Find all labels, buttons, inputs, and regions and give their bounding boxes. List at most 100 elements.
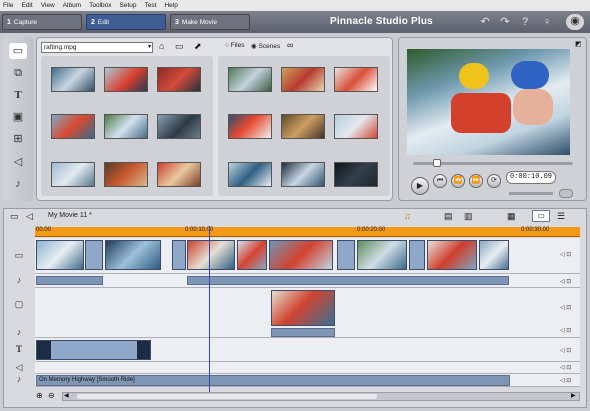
help-icon[interactable]: ? xyxy=(518,15,532,29)
scene-thumbnail[interactable] xyxy=(281,114,325,139)
menu-edit[interactable]: Edit xyxy=(21,2,32,9)
timeline-clip[interactable] xyxy=(357,240,407,270)
transitions-icon[interactable]: ⧉ xyxy=(9,65,27,81)
lock-icon[interactable]: ◁ ⊡ xyxy=(560,278,571,285)
scene-thumbnail[interactable] xyxy=(334,162,378,187)
glasses-icon[interactable]: ∞ xyxy=(287,40,293,50)
file-select[interactable]: rafting.mpg ▾ xyxy=(41,42,153,53)
timeline-view-icon[interactable]: ▭ xyxy=(532,210,550,222)
radio-scenes[interactable]: ◉ Scenes xyxy=(251,42,280,50)
sound-effects-icon[interactable]: ◁ xyxy=(9,154,27,170)
timeline-clip[interactable] xyxy=(427,240,477,270)
lock-icon[interactable]: ◁ ⊡ xyxy=(560,347,571,354)
radio-files[interactable]: ○ Files xyxy=(225,42,244,49)
scrollbar-thumb[interactable] xyxy=(77,394,377,399)
video-track[interactable] xyxy=(35,238,580,274)
transition-marker[interactable] xyxy=(337,240,355,270)
audio-icon[interactable]: ◁ xyxy=(26,211,33,222)
title-track[interactable] xyxy=(35,338,580,362)
timeline-clip[interactable] xyxy=(479,240,509,270)
step-forward-button[interactable]: ⏩ xyxy=(469,174,483,188)
folder-up-icon[interactable]: ⌂ xyxy=(159,41,164,51)
audio-levels-icon[interactable]: ♫ xyxy=(404,211,411,221)
scene-thumbnail[interactable] xyxy=(157,162,201,187)
transition-marker[interactable] xyxy=(172,240,186,270)
step-back-button[interactable]: ⏪ xyxy=(451,174,465,188)
scene-thumbnail[interactable] xyxy=(51,162,95,187)
scene-thumbnail[interactable] xyxy=(334,114,378,139)
timeline-clip[interactable] xyxy=(105,240,161,270)
menu-help[interactable]: Help xyxy=(164,2,177,9)
menu-test[interactable]: Test xyxy=(145,2,157,9)
scene-thumbnail[interactable] xyxy=(157,114,201,139)
folder-icon[interactable]: ▭ xyxy=(175,41,184,52)
overlay-audio-segment[interactable] xyxy=(271,328,335,337)
scene-thumbnail[interactable] xyxy=(334,67,378,92)
play-button[interactable]: ▶ xyxy=(411,177,429,195)
menu-setup[interactable]: Setup xyxy=(120,2,137,9)
scroll-right-icon[interactable]: ▶ xyxy=(571,392,576,399)
menu-file[interactable]: File xyxy=(3,2,13,9)
scene-thumbnail[interactable] xyxy=(228,67,272,92)
sound-effects-track[interactable] xyxy=(35,362,580,374)
scrubber-handle[interactable] xyxy=(433,159,441,167)
scene-thumbnail[interactable] xyxy=(51,67,95,92)
scene-thumbnail[interactable] xyxy=(51,114,95,139)
lock-icon[interactable]: ◁ ⊡ xyxy=(560,304,571,311)
go-to-start-button[interactable]: ⏮ xyxy=(433,174,447,188)
lock-icon[interactable]: ◁ ⊡ xyxy=(560,251,571,258)
tab-capture[interactable]: 1 Capture xyxy=(2,14,82,30)
lock-icon[interactable]: ◁ ⊡ xyxy=(560,377,571,384)
split-clip-icon[interactable]: ▤ xyxy=(444,211,453,222)
video-track-icon[interactable]: ▭ xyxy=(10,211,19,222)
menu-album[interactable]: Album xyxy=(63,2,81,9)
scroll-left-icon[interactable]: ◀ xyxy=(64,392,69,399)
original-audio-track[interactable] xyxy=(35,274,580,288)
dvd-toggle-icon[interactable] xyxy=(559,189,573,198)
title-clip[interactable] xyxy=(36,340,151,360)
titles-icon[interactable]: T xyxy=(9,87,27,103)
timeline-clip[interactable] xyxy=(36,240,84,270)
tab-edit[interactable]: 2 Edit xyxy=(86,14,166,30)
zoom-in-icon[interactable]: ⊕ xyxy=(36,391,43,400)
fullscreen-icon[interactable]: ◩ xyxy=(575,40,582,48)
disc-menus-icon[interactable]: ⊞ xyxy=(9,131,27,147)
menu-view[interactable]: View xyxy=(41,2,55,9)
menu-toolbox[interactable]: Toolbox xyxy=(89,2,111,9)
music-track[interactable]: On Memory Highway [Smooth Ride] xyxy=(35,374,580,387)
delete-icon[interactable]: ▥ xyxy=(464,211,473,222)
timeline-clip[interactable] xyxy=(269,240,333,270)
volume-slider[interactable] xyxy=(509,192,553,195)
music-icon[interactable]: ♪ xyxy=(9,176,27,192)
music-clip[interactable]: On Memory Highway [Smooth Ride] xyxy=(36,375,510,386)
text-view-icon[interactable]: ☰ xyxy=(557,211,565,222)
overlay-clip[interactable] xyxy=(271,290,335,326)
scene-thumbnail[interactable] xyxy=(104,162,148,187)
zoom-out-icon[interactable]: ⊖ xyxy=(48,391,55,400)
scene-thumbnail[interactable] xyxy=(104,67,148,92)
disc-icon[interactable]: ◉ xyxy=(566,14,584,30)
scene-thumbnail[interactable] xyxy=(228,114,272,139)
tab-make-movie[interactable]: 3 Make Movie xyxy=(170,14,250,30)
scene-thumbnail[interactable] xyxy=(104,114,148,139)
transition-marker[interactable] xyxy=(409,240,425,270)
storyboard-view-icon[interactable]: ▦ xyxy=(507,211,516,222)
playhead[interactable] xyxy=(209,226,210,396)
overlay-track[interactable] xyxy=(35,288,580,338)
tip-bulb-icon[interactable]: ♀ xyxy=(540,15,554,29)
horizontal-scrollbar[interactable]: ◀ ▶ xyxy=(62,392,580,401)
loop-button[interactable]: ⟳ xyxy=(487,174,501,188)
undo-icon[interactable]: ↶ xyxy=(478,15,492,29)
lock-icon[interactable]: ◁ ⊡ xyxy=(560,364,571,371)
scene-thumbnail[interactable] xyxy=(228,162,272,187)
audio-segment[interactable] xyxy=(36,276,103,285)
scene-thumbnail[interactable] xyxy=(157,67,201,92)
still-images-icon[interactable]: ▣ xyxy=(9,109,27,125)
lock-icon[interactable]: ◁ ⊡ xyxy=(560,327,571,334)
video-album-icon[interactable]: ▭ xyxy=(9,43,27,59)
time-ruler[interactable]: 00.00 0:00:10.00 0:00:20.00 0:00:30.00 xyxy=(35,227,580,237)
audio-segment[interactable] xyxy=(187,276,509,285)
transition-marker[interactable] xyxy=(85,240,103,270)
timecode-display[interactable]: 0:00:10.09 xyxy=(506,171,556,184)
scene-thumbnail[interactable] xyxy=(281,67,325,92)
